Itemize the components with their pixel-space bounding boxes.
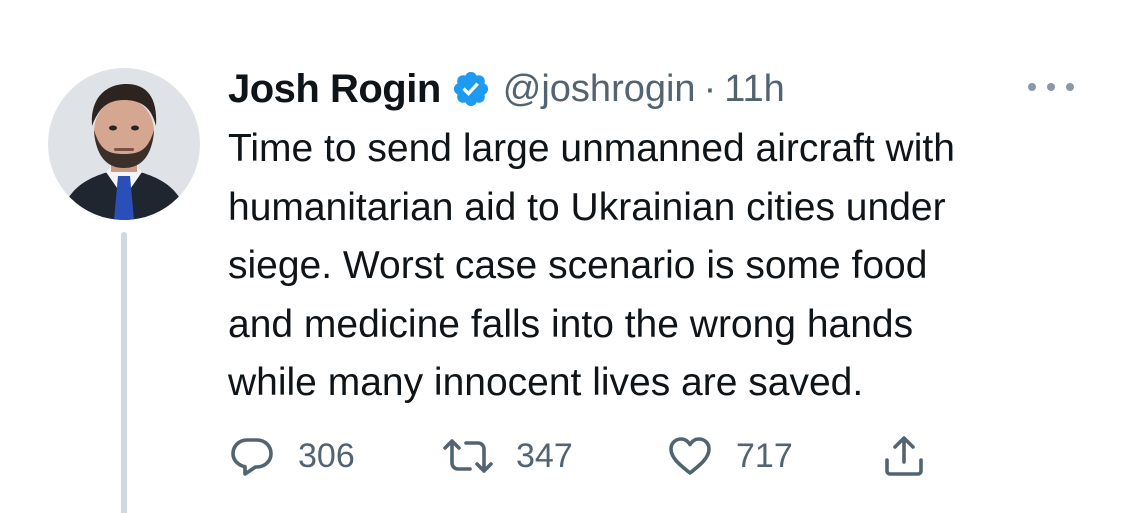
retweet-count: 347	[516, 436, 573, 475]
thread-line	[121, 232, 127, 513]
avatar[interactable]	[48, 68, 200, 220]
like-count: 717	[736, 436, 793, 475]
verified-badge-icon	[451, 69, 491, 109]
tweet-text: Time to send large unmanned aircraft wit…	[228, 127, 955, 404]
tweet-timestamp[interactable]: 11h	[724, 68, 785, 111]
reply-button[interactable]: 306	[228, 430, 355, 482]
tweet-actions: 306 347 717	[228, 430, 948, 482]
reply-count: 306	[298, 436, 355, 475]
like-button[interactable]: 717	[666, 430, 793, 482]
separator-dot: ·	[703, 67, 717, 110]
more-icon[interactable]	[1028, 72, 1074, 102]
reply-icon	[231, 438, 273, 476]
retweet-icon	[443, 439, 493, 473]
avatar-image	[48, 68, 200, 220]
author-name[interactable]: Josh Rogin	[228, 67, 441, 112]
tweet-header: Josh Rogin @joshrogin · 11h	[228, 64, 785, 114]
share-button[interactable]	[880, 430, 928, 482]
more-dot	[1028, 83, 1036, 91]
share-icon	[885, 436, 923, 476]
heart-icon	[669, 437, 711, 475]
author-handle[interactable]: @joshrogin	[503, 68, 696, 111]
more-dot	[1066, 83, 1074, 91]
tweet: Josh Rogin @joshrogin · 11h Time to send…	[0, 0, 1125, 513]
more-dot	[1047, 83, 1055, 91]
retweet-button[interactable]: 347	[442, 430, 573, 482]
